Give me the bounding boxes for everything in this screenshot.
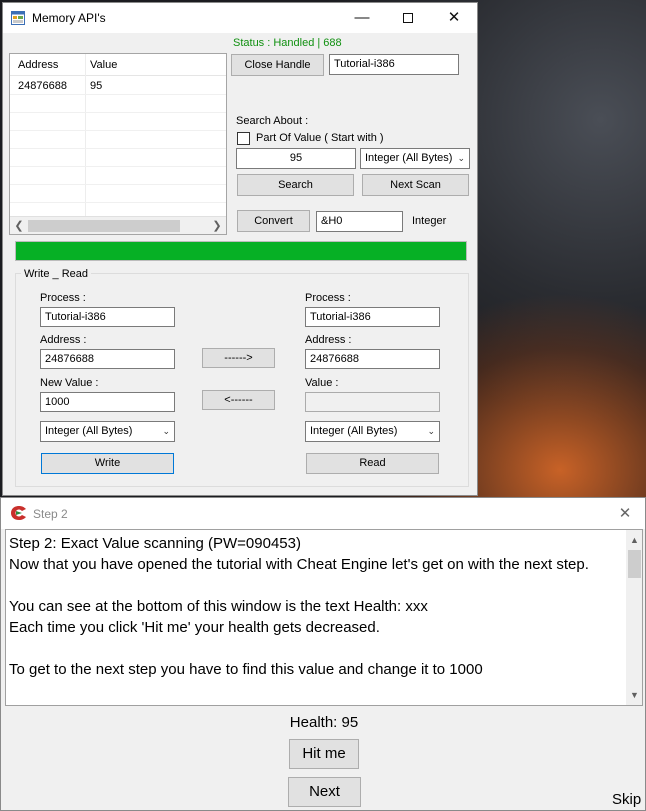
- scroll-left-icon[interactable]: ❮: [11, 218, 27, 234]
- scroll-up-icon[interactable]: ▲: [626, 532, 642, 548]
- horizontal-scrollbar[interactable]: ❮ ❯: [10, 216, 226, 234]
- scrollbar-thumb[interactable]: [628, 550, 641, 578]
- title-bar[interactable]: Step 2 ✕: [1, 498, 645, 529]
- empty-row: [10, 95, 226, 113]
- empty-row: [10, 113, 226, 131]
- instruction-line: To get to the next step you have to find…: [9, 661, 483, 678]
- write-address-label: Address :: [40, 334, 87, 346]
- convert-button[interactable]: Convert: [237, 210, 310, 232]
- write-process-label: Process :: [40, 292, 86, 304]
- instruction-line: Now that you have opened the tutorial wi…: [9, 556, 589, 573]
- app-icon: [11, 11, 25, 25]
- write-button[interactable]: Write: [41, 453, 174, 474]
- read-value-label: Value :: [305, 377, 339, 389]
- close-icon: ✕: [618, 505, 632, 522]
- read-process-label: Process :: [305, 292, 351, 304]
- part-of-value-label: Part Of Value ( Start with ): [256, 132, 384, 144]
- next-scan-label: Next Scan: [390, 179, 441, 191]
- hit-me-button[interactable]: Hit me: [289, 739, 359, 769]
- empty-row: [10, 131, 226, 149]
- search-label: Search: [278, 179, 313, 191]
- close-button[interactable]: ✕: [431, 3, 477, 33]
- search-type-select[interactable]: Integer (All Bytes) ⌄: [360, 148, 470, 169]
- column-header-value[interactable]: Value: [90, 59, 117, 71]
- next-label: Next: [309, 783, 340, 800]
- write-type-value: Integer (All Bytes): [45, 425, 133, 437]
- search-about-label: Search About :: [236, 115, 309, 127]
- progress-fill: [16, 242, 466, 260]
- search-value-field[interactable]: 95: [236, 148, 356, 169]
- minimize-button[interactable]: —: [339, 3, 385, 33]
- scrollbar-thumb[interactable]: [28, 220, 180, 232]
- row-value: 95: [90, 80, 103, 92]
- status-label: Status : Handled | 688: [233, 37, 342, 49]
- read-process-field[interactable]: Tutorial-i386: [305, 307, 440, 327]
- read-type-value: Integer (All Bytes): [310, 425, 398, 437]
- close-handle-button[interactable]: Close Handle: [231, 54, 324, 76]
- instruction-line: Step 2: Exact Value scanning (PW=090453): [9, 535, 301, 552]
- write-type-select[interactable]: Integer (All Bytes) ⌄: [40, 421, 175, 442]
- search-button[interactable]: Search: [237, 174, 354, 196]
- write-address-field[interactable]: 24876688: [40, 349, 175, 369]
- tutorial-step-window: Step 2 ✕ Step 2: Exact Value scanning (P…: [0, 497, 646, 811]
- copy-to-left-button[interactable]: <------: [202, 390, 275, 410]
- address-list[interactable]: Address Value 24876688 95 ❮ ❯: [9, 53, 227, 235]
- title-bar[interactable]: Memory API's — ✕: [3, 3, 477, 33]
- health-label: Health: 95: [289, 714, 359, 731]
- close-button[interactable]: ✕: [613, 502, 637, 526]
- close-handle-label: Close Handle: [244, 59, 311, 71]
- empty-row: [10, 167, 226, 185]
- next-scan-button[interactable]: Next Scan: [362, 174, 469, 196]
- copy-right-label: ------>: [224, 352, 253, 364]
- convert-type-label: Integer: [412, 215, 447, 227]
- empty-row: [10, 185, 226, 203]
- scroll-down-icon[interactable]: ▼: [626, 687, 642, 703]
- window-title: Step 2: [33, 507, 68, 521]
- column-header-address[interactable]: Address: [18, 59, 58, 71]
- read-address-field[interactable]: 24876688: [305, 349, 440, 369]
- instruction-line: You can see at the bottom of this window…: [9, 598, 428, 615]
- chevron-down-icon: ⌄: [162, 426, 170, 436]
- memory-api-window: Memory API's — ✕ Status : Handled | 688 …: [2, 2, 478, 496]
- next-button[interactable]: Next: [288, 777, 361, 807]
- chevron-down-icon: ⌄: [457, 153, 465, 163]
- maximize-button[interactable]: [385, 3, 431, 33]
- read-value-field[interactable]: [305, 392, 440, 412]
- new-value-label: New Value :: [40, 377, 99, 389]
- table-row[interactable]: 24876688 95: [10, 77, 226, 95]
- empty-row: [10, 149, 226, 167]
- instructions-text-area[interactable]: Step 2: Exact Value scanning (PW=090453)…: [5, 529, 643, 706]
- new-value-field[interactable]: 1000: [40, 392, 175, 412]
- scroll-right-icon[interactable]: ❯: [209, 218, 225, 234]
- hit-me-label: Hit me: [302, 745, 346, 762]
- window-title: Memory API's: [32, 11, 106, 25]
- write-read-group-title: Write _ Read: [21, 268, 91, 280]
- read-button[interactable]: Read: [306, 453, 439, 474]
- convert-value-field[interactable]: &H0: [316, 211, 403, 232]
- chevron-down-icon: ⌄: [427, 426, 435, 436]
- copy-left-label: <------: [224, 394, 253, 406]
- read-type-select[interactable]: Integer (All Bytes) ⌄: [305, 421, 440, 442]
- skip-link[interactable]: Skip: [612, 791, 641, 808]
- read-address-label: Address :: [305, 334, 352, 346]
- scan-progress-bar: [15, 241, 467, 261]
- convert-label: Convert: [254, 215, 293, 227]
- vertical-scrollbar[interactable]: ▲ ▼: [626, 530, 642, 705]
- maximize-icon: [403, 13, 413, 24]
- copy-to-right-button[interactable]: ------>: [202, 348, 275, 368]
- close-icon: ✕: [447, 9, 461, 26]
- write-label: Write: [94, 457, 121, 469]
- read-label: Read: [359, 457, 386, 469]
- instruction-line: Each time you click 'Hit me' your health…: [9, 619, 380, 636]
- write-process-field[interactable]: Tutorial-i386: [40, 307, 175, 327]
- process-name-field[interactable]: Tutorial-i386: [329, 54, 459, 75]
- cheat-engine-icon: [10, 505, 28, 521]
- minimize-icon: —: [354, 9, 370, 26]
- row-address: 24876688: [18, 80, 67, 92]
- list-header: Address Value: [10, 54, 226, 76]
- search-type-value: Integer (All Bytes): [365, 152, 453, 164]
- part-of-value-checkbox[interactable]: [237, 132, 250, 145]
